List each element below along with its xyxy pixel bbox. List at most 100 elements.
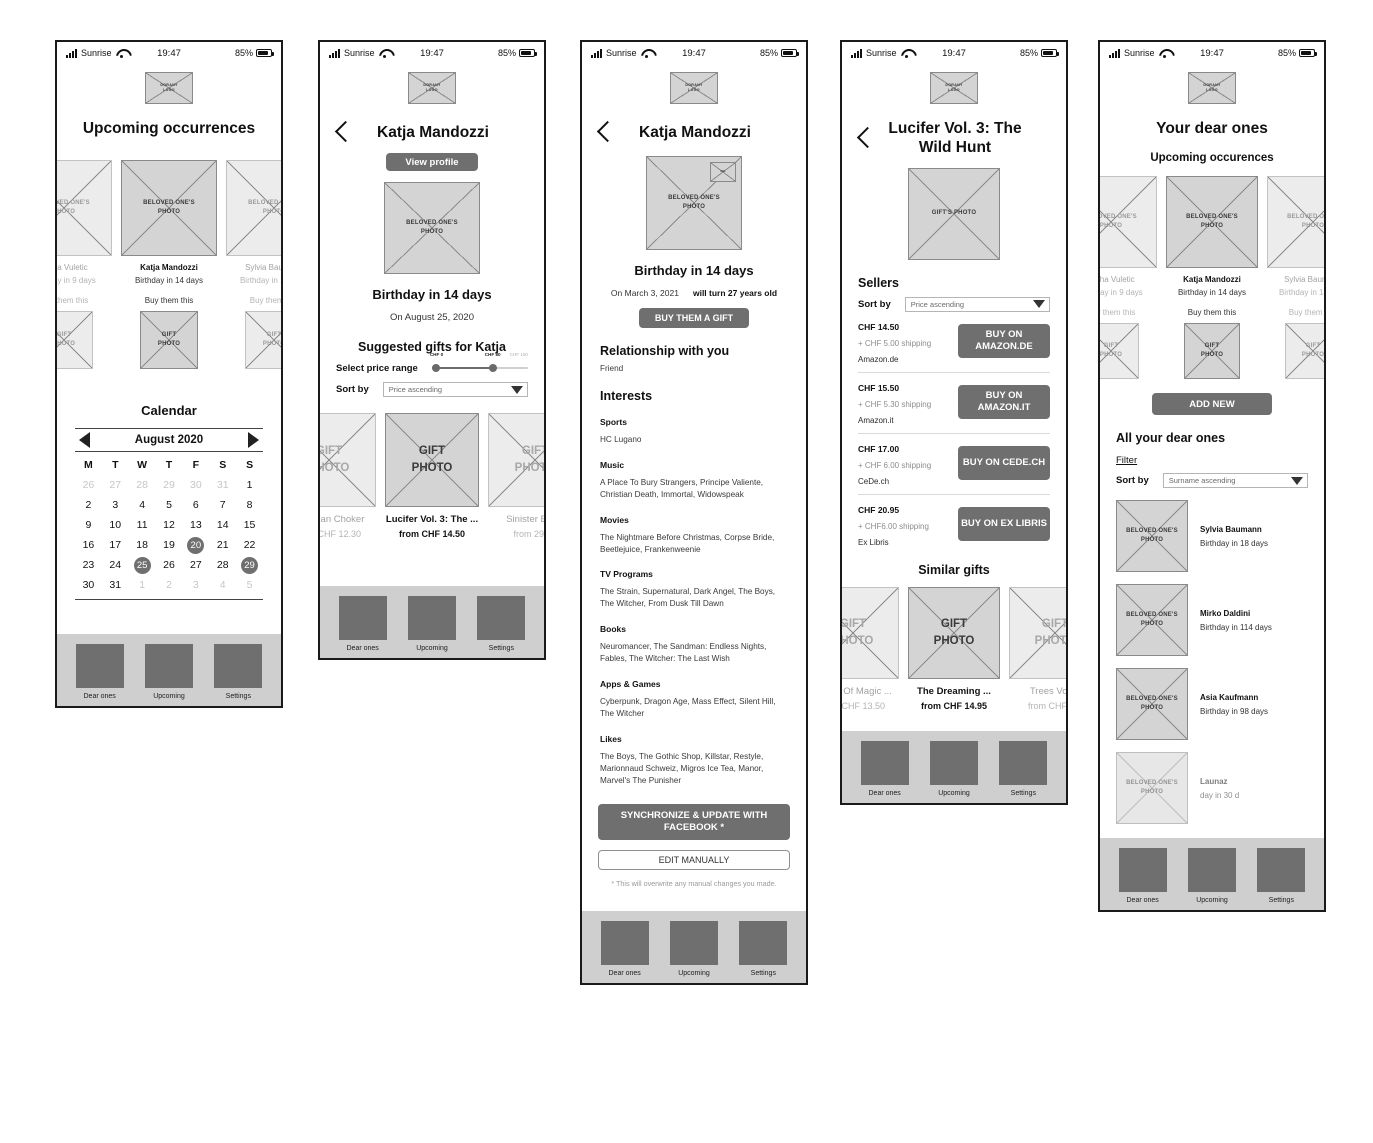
edit-photo-icon[interactable]: IMG: [710, 162, 736, 182]
beloved-photo[interactable]: BELOVED ONE'S PHOTO: [1116, 752, 1188, 824]
gift-carousel[interactable]: GIFTPHOTO Obsidian Choker from CHF 12.30…: [320, 413, 544, 539]
list-item[interactable]: BELOVED ONE'S PHOTO Mirko Daldini Birthday …: [1100, 584, 1324, 656]
calendar-day[interactable]: 31: [102, 576, 129, 594]
beloved-photo[interactable]: BELOVED ONE'S PHOTO: [1116, 584, 1188, 656]
calendar-day[interactable]: 31: [209, 476, 236, 494]
view-profile-button[interactable]: View profile: [386, 153, 478, 171]
calendar-day[interactable]: 30: [75, 576, 102, 594]
edit-manually-button[interactable]: EDIT MANUALLY: [598, 850, 790, 871]
carousel-item[interactable]: BELOVED ONE'SPHOTO Misha Vuletic Birthda…: [57, 160, 112, 369]
calendar-day[interactable]: 23: [75, 556, 102, 574]
similar-gift-item[interactable]: GIFTPHOTO Trees Vol. 1 from CHF 15.: [1009, 586, 1066, 711]
beloved-photo[interactable]: BELOVED ONE'S PHOTO IMG: [646, 156, 742, 250]
sort-by-select[interactable]: Price ascending: [382, 382, 528, 397]
calendar-day[interactable]: 15: [236, 516, 263, 534]
calendar-day[interactable]: 2: [75, 496, 102, 514]
upcoming-carousel[interactable]: BELOVED ONE'SPHOTO Misha Vuletic Birthda…: [1100, 176, 1324, 379]
carousel-item-active[interactable]: BELOVED ONE'S PHOTO Katja Mandozzi Birthd…: [121, 160, 217, 369]
calendar-day[interactable]: 5: [236, 576, 263, 594]
list-item[interactable]: BELOVED ONE'S PHOTO Asia Kaufmann Birthday …: [1100, 668, 1324, 740]
buy-button[interactable]: BUY ON AMAZON.IT: [958, 384, 1050, 419]
calendar-day[interactable]: 27: [182, 556, 209, 574]
buy-button[interactable]: BUY ON AMAZON.DE: [958, 323, 1050, 358]
calendar-day[interactable]: 11: [129, 516, 156, 534]
sort-by-select[interactable]: Surname ascending: [1162, 473, 1308, 488]
tab-upcoming[interactable]: Upcoming: [1187, 848, 1236, 904]
price-range-slider[interactable]: CHF 0 CHF 80 CHF 150: [430, 352, 528, 374]
beloved-photo[interactable]: BELOVED ONE'S PHOTO: [1116, 668, 1188, 740]
calendar-day[interactable]: 26: [156, 556, 183, 574]
carousel-item[interactable]: BELOVED ONE'SPHOTO Sylvia Baumann Birthd…: [1267, 176, 1324, 379]
calendar-day[interactable]: 3: [102, 496, 129, 514]
calendar-grid[interactable]: M T W T F S S 26 27 28 29 30 31 1 2 3 4 5 6 7 8 9 10 11 12 13 14 15…: [75, 456, 263, 600]
back-icon[interactable]: [334, 120, 352, 146]
calendar-day[interactable]: 8: [236, 496, 263, 514]
tab-dear-ones[interactable]: Dear ones: [600, 921, 649, 977]
carousel-item-active[interactable]: BELOVED ONE'S PHOTO Katja Mandozzi Birthd…: [1166, 176, 1258, 379]
tab-bar[interactable]: Dear ones Upcoming Settings: [320, 586, 544, 658]
prev-month-button[interactable]: [79, 432, 90, 448]
calendar-day[interactable]: 4: [209, 576, 236, 594]
buy-button[interactable]: BUY ON CEDE.CH: [958, 445, 1050, 480]
calendar-day[interactable]: 28: [209, 556, 236, 574]
tab-bar[interactable]: Dear ones Upcoming Settings: [842, 731, 1066, 803]
carousel-item[interactable]: BELOVED ONE'SPHOTO Misha Vuletic Birthda…: [1100, 176, 1157, 379]
calendar-day[interactable]: 12: [156, 516, 183, 534]
calendar-day[interactable]: 6: [182, 496, 209, 514]
slider-knob-min[interactable]: [431, 364, 440, 372]
calendar-day[interactable]: 25: [129, 556, 156, 574]
buy-gift-button[interactable]: BUY THEM A GIFT: [639, 308, 749, 328]
calendar-day[interactable]: 2: [156, 576, 183, 594]
calendar-day[interactable]: 10: [102, 516, 129, 534]
filter-link[interactable]: Filter: [1100, 455, 1324, 466]
calendar-day[interactable]: 20: [182, 536, 209, 554]
tab-bar[interactable]: Dear ones Upcoming Settings: [57, 634, 281, 706]
similar-gifts-carousel[interactable]: GIFTPHOTO Books Of Magic ... from CHF 13…: [842, 586, 1066, 711]
tab-bar[interactable]: Dear ones Upcoming Settings: [582, 911, 806, 983]
calendar-day[interactable]: 22: [236, 536, 263, 554]
calendar-day[interactable]: 16: [75, 536, 102, 554]
calendar-day[interactable]: 27: [102, 476, 129, 494]
gift-item-active[interactable]: GIFT PHOTO Lucifer Vol. 3: The ... from C…: [385, 413, 479, 539]
add-new-button[interactable]: ADD NEW: [1152, 393, 1272, 415]
calendar-day[interactable]: 18: [129, 536, 156, 554]
slider-knob-max[interactable]: [488, 364, 497, 372]
calendar[interactable]: August 2020 M T W T F S S 26 27 28 29 30 31 1 2 3 4 5 6 7 8 9…: [75, 428, 263, 600]
tab-upcoming[interactable]: Upcoming: [669, 921, 718, 977]
calendar-day[interactable]: 26: [75, 476, 102, 494]
beloved-photo[interactable]: BELOVED ONE'S PHOTO: [1116, 500, 1188, 572]
calendar-day[interactable]: 19: [156, 536, 183, 554]
tab-upcoming[interactable]: Upcoming: [929, 741, 978, 797]
tab-settings[interactable]: Settings: [999, 741, 1048, 797]
calendar-day[interactable]: 17: [102, 536, 129, 554]
tab-upcoming[interactable]: Upcoming: [407, 596, 456, 652]
calendar-day[interactable]: 13: [182, 516, 209, 534]
next-month-button[interactable]: [247, 432, 259, 448]
back-icon[interactable]: [856, 126, 874, 152]
tab-bar[interactable]: Dear ones Upcoming Settings: [1100, 838, 1324, 910]
carousel-item[interactable]: BELOVED ONE'SPHOTO Sylvia Baumann Birthd…: [226, 160, 281, 369]
calendar-day[interactable]: 7: [209, 496, 236, 514]
tab-settings[interactable]: Settings: [1257, 848, 1306, 904]
calendar-day[interactable]: 4: [129, 496, 156, 514]
tab-settings[interactable]: Settings: [477, 596, 526, 652]
calendar-day[interactable]: 29: [156, 476, 183, 494]
list-item[interactable]: BELOVED ONE'S PHOTO Launaz day in 30 d: [1100, 752, 1324, 824]
upcoming-carousel[interactable]: BELOVED ONE'SPHOTO Misha Vuletic Birthda…: [57, 160, 281, 369]
gift-item[interactable]: GIFTPHOTO Sinister Black from 29.90: [488, 413, 544, 539]
tab-upcoming[interactable]: Upcoming: [144, 644, 193, 700]
tab-dear-ones[interactable]: Dear ones: [338, 596, 387, 652]
calendar-day[interactable]: 9: [75, 516, 102, 534]
calendar-day[interactable]: 1: [129, 576, 156, 594]
tab-dear-ones[interactable]: Dear ones: [860, 741, 909, 797]
tab-dear-ones[interactable]: Dear ones: [75, 644, 124, 700]
calendar-day[interactable]: 3: [182, 576, 209, 594]
calendar-day[interactable]: 29: [236, 556, 263, 574]
calendar-day[interactable]: 28: [129, 476, 156, 494]
gift-item[interactable]: GIFTPHOTO Obsidian Choker from CHF 12.30: [320, 413, 376, 539]
gift-photo[interactable]: GIFT'S PHOTO: [908, 167, 1000, 260]
calendar-day[interactable]: 1: [236, 476, 263, 494]
calendar-day[interactable]: 21: [209, 536, 236, 554]
calendar-day[interactable]: 24: [102, 556, 129, 574]
calendar-day[interactable]: 14: [209, 516, 236, 534]
